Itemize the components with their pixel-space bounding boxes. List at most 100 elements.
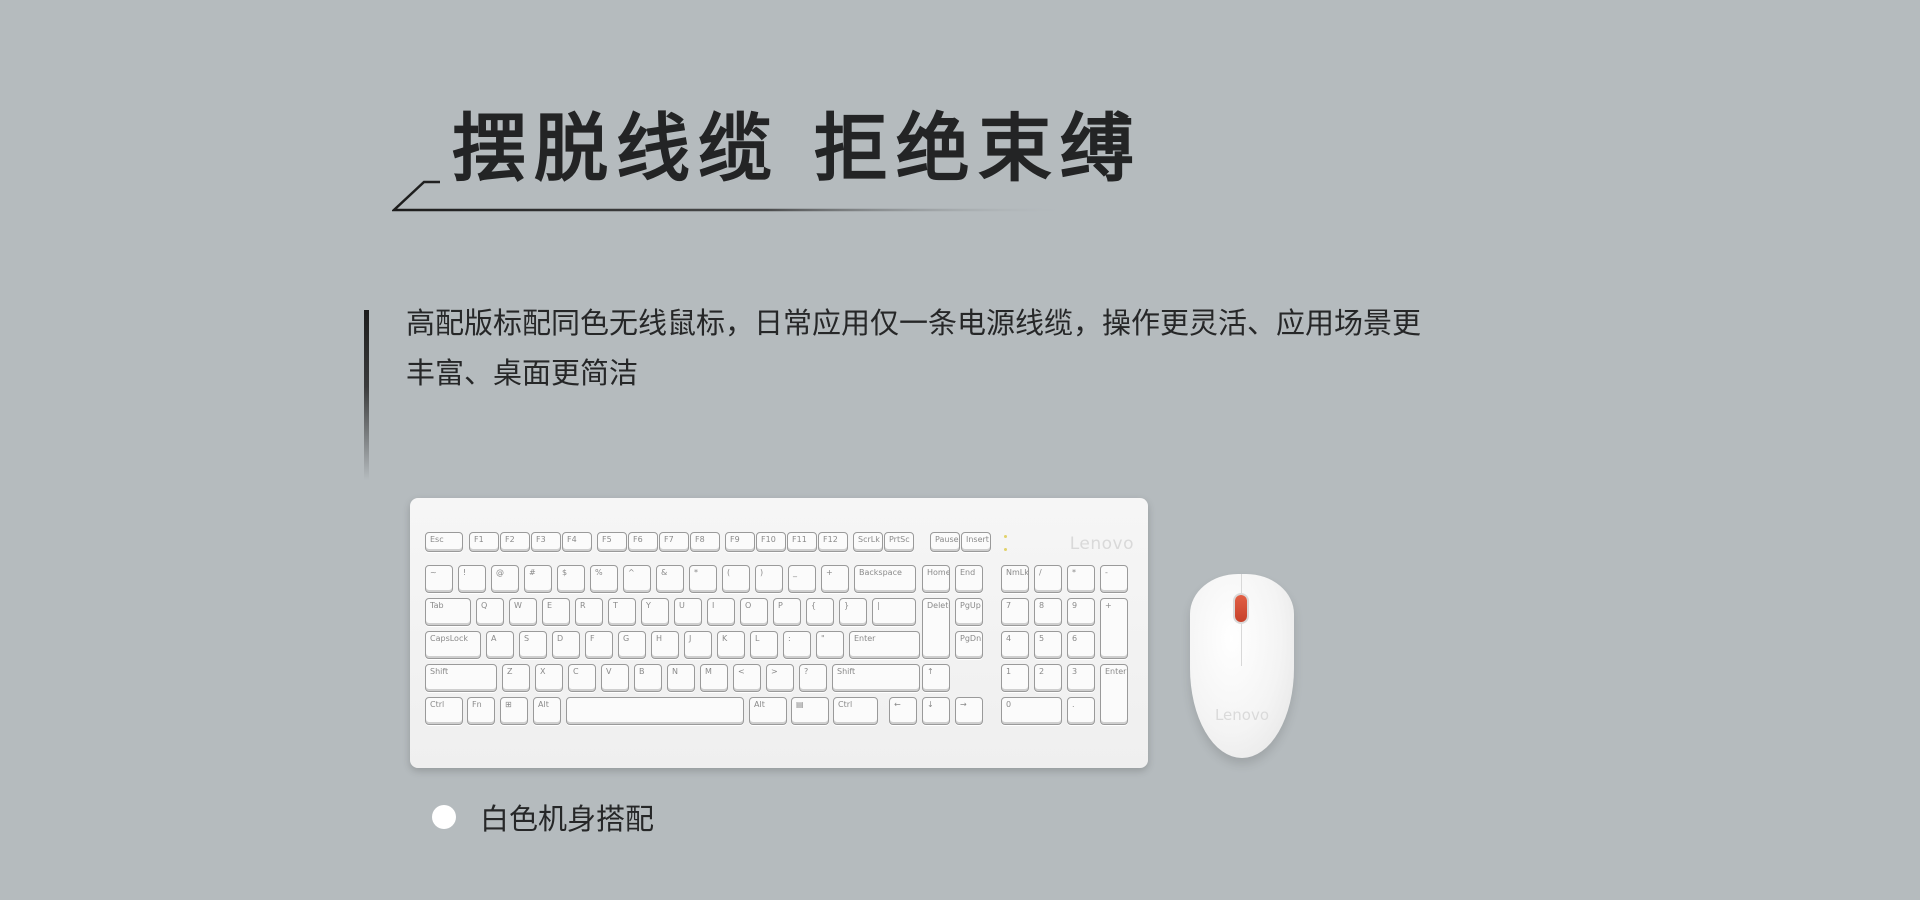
mouse-brand-logo: Lenovo [1214,706,1270,724]
keyboard-key: ? [799,664,827,692]
keyboard-key: 7 [1001,598,1029,626]
keyboard-key: Tab [425,598,471,626]
keyboard-key: { [806,598,834,626]
keyboard-key: D [552,631,580,659]
keyboard-key: ScrLk [853,532,883,552]
keyboard-key: & [656,565,684,593]
keyboard-key: 8 [1034,598,1062,626]
keyboard-key [566,697,744,725]
keyboard-key: M [700,664,728,692]
keyboard-key: Q [476,598,504,626]
keyboard-key: 3 [1067,664,1095,692]
keyboard-key: T [608,598,636,626]
keyboard-key: Enter [1100,664,1128,725]
keyboard-key: PrtSc [884,532,914,552]
keyboard-key: ~ [425,565,453,593]
keyboard-key: ▤ [791,697,829,725]
keyboard-key: PgUp [955,598,983,626]
keyboard-key: + [1100,598,1128,659]
keyboard-key: Insert [961,532,991,552]
keyboard-key: . [1067,697,1095,725]
keyboard-key: S [519,631,547,659]
keyboard-key: Alt [533,697,561,725]
keyboard-key: Backspace [854,565,916,593]
keyboard-key: ⊞ [500,697,528,725]
keyboard-key: NmLk [1001,565,1029,593]
keyboard-key: J [684,631,712,659]
color-swatch-dot [432,805,456,829]
keyboard-key: Shift [832,664,920,692]
keyboard-key: PgDn [955,631,983,659]
keyboard-key: 9 [1067,598,1095,626]
keyboard-key: U [674,598,702,626]
keyboard-key: F4 [562,532,592,552]
keyboard-key: K [717,631,745,659]
keyboard-key: 6 [1067,631,1095,659]
keyboard-key: → [955,697,983,725]
keyboard-key: Fn [467,697,495,725]
keyboard-key: _ [788,565,816,593]
keyboard-key: F2 [500,532,530,552]
keyboard-key: % [590,565,618,593]
keyboard-key: F3 [531,532,561,552]
keyboard-key: F10 [756,532,786,552]
keyboard-key: ↓ [922,697,950,725]
keyboard-key: Y [641,598,669,626]
keyboard-key: I [707,598,735,626]
keyboard-key: F12 [818,532,848,552]
description-text: 高配版标配同色无线鼠标，日常应用仅一条电源线缆，操作更灵活、应用场景更丰富、桌面… [406,306,1422,390]
keyboard-key: O [740,598,768,626]
keyboard-key: Home [922,565,950,593]
keyboard-key: F7 [659,532,689,552]
keyboard-key: ^ [623,565,651,593]
keyboard-key: ! [458,565,486,593]
keyboard-key: ↑ [922,664,950,692]
mouse-image: Lenovo [1190,574,1294,758]
keyboard-key: Z [502,664,530,692]
keyboard-key: Enter [849,631,920,659]
keyboard-key: / [1034,565,1062,593]
color-option-label: 白色机身搭配 [480,802,655,836]
keyboard-key: F11 [787,532,817,552]
keyboard-key: A [486,631,514,659]
headline-underline [392,180,1072,212]
keyboard-key: F6 [628,532,658,552]
keyboard-key: 2 [1034,664,1062,692]
keyboard-key: F [585,631,613,659]
keyboard-key: 1 [1001,664,1029,692]
accent-bar [364,310,369,480]
keyboard-key: CapsLock [425,631,481,659]
keyboard-led [1004,548,1007,551]
keyboard-key: 4 [1001,631,1029,659]
keyboard-key: " [816,631,844,659]
keyboard-key: Pause [930,532,960,552]
keyboard-key: Ctrl [833,697,878,725]
keyboard-key: Alt [749,697,787,725]
keyboard-key: F1 [469,532,499,552]
keyboard-key: < [733,664,761,692]
keyboard-key: Shift [425,664,497,692]
keyboard-key: Esc [425,532,463,552]
keyboard-key: ( [722,565,750,593]
keyboard-key: | [872,598,916,626]
keyboard-key: F5 [597,532,627,552]
keyboard-key: End [955,565,983,593]
keyboard-key: ) [755,565,783,593]
keyboard-key: F8 [690,532,720,552]
keyboard-key: + [821,565,849,593]
keyboard-key: Delete [922,598,950,659]
keyboard-key: P [773,598,801,626]
keyboard-led [1004,535,1007,538]
keyboard-brand-logo: Lenovo [1069,534,1134,554]
keyboard-key: 0 [1001,697,1062,725]
keyboard-key: * [689,565,717,593]
keyboard-key: - [1100,565,1128,593]
keyboard-key: * [1067,565,1095,593]
keyboard-image: Lenovo Esc F1 F2 F3 F4 F5 F6 F7 F8 F9 F10 F11 F12 Scr… [410,498,1148,768]
keyboard-key: L [750,631,778,659]
keyboard-key: } [839,598,867,626]
keyboard-key: H [651,631,679,659]
keyboard-key: F9 [725,532,755,552]
keyboard-key: E [542,598,570,626]
keyboard-key: > [766,664,794,692]
